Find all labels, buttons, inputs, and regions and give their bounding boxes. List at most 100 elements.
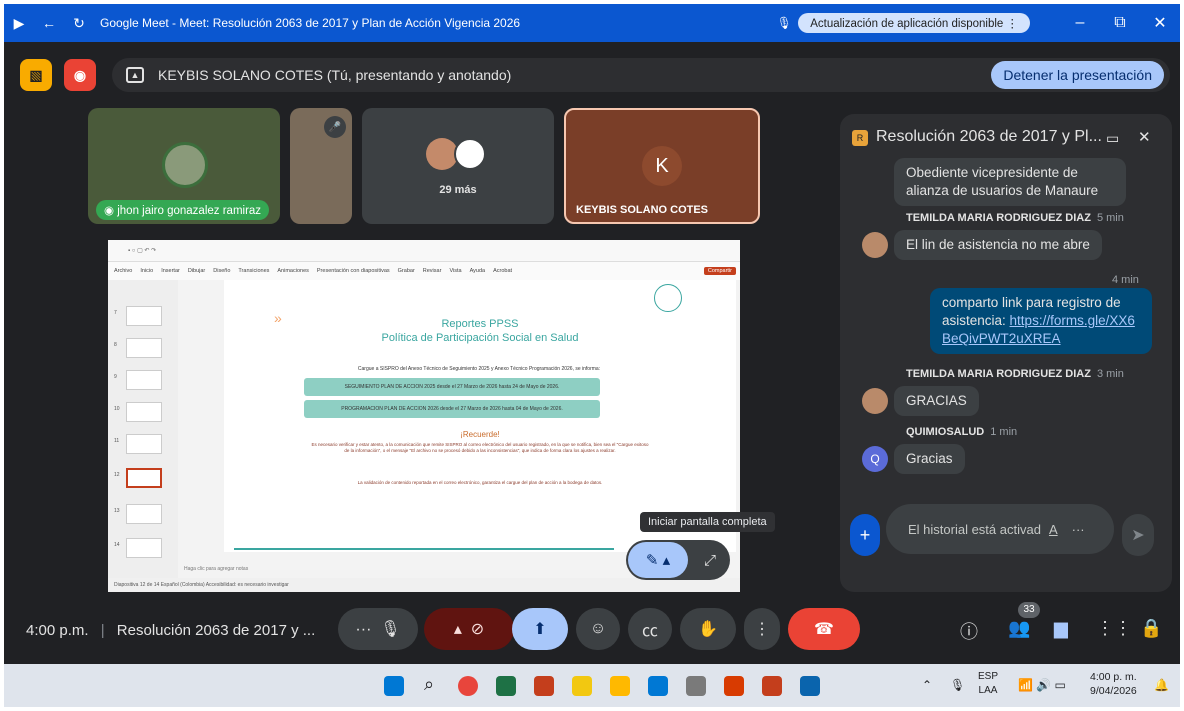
slide-subtitle: Política de Participación Social en Salu…	[381, 332, 579, 344]
host-controls-icon[interactable]: 🔒	[1140, 618, 1162, 639]
avatar	[454, 138, 486, 170]
annotate-pen-button[interactable]: ✎ ▴	[628, 542, 688, 578]
participant-tile-video[interactable]: 🎤	[290, 108, 352, 224]
camera-off-button[interactable]: ▴ ⊘	[424, 608, 514, 650]
slide-body: Es necesario verificar y estar atento, a…	[311, 442, 649, 453]
avatar	[862, 388, 888, 414]
outlook-icon[interactable]	[800, 676, 820, 696]
record-button[interactable]: ◉	[64, 59, 96, 91]
ppt-share-button: Compartir	[703, 267, 736, 275]
presenting-text: KEYBIS SOLANO COTES (Tú, presentando y a…	[158, 67, 512, 83]
chat-input[interactable]: El historial está activad A ···	[886, 504, 1114, 554]
people-icon[interactable]: 👥	[1008, 618, 1030, 639]
mic-tray-icon: 🎙	[950, 678, 966, 692]
presenting-banner: ▲ KEYBIS SOLANO COTES (Tú, presentando y…	[112, 58, 1170, 92]
app-icon: ▶	[13, 14, 25, 31]
chat-message: GRACIAS	[894, 386, 979, 416]
app-icon[interactable]	[572, 676, 592, 696]
fullscreen-tooltip: Iniciar pantalla completa	[640, 512, 775, 532]
meeting-time-and-title: 4:00 p.m. | Resolución 2063 de 2017 y ..…	[26, 622, 316, 639]
more-options-button[interactable]: ⋮	[744, 608, 780, 650]
ppt-statusbar: Diapositiva 12 de 14 Español (Colombia) …	[108, 578, 740, 592]
chat-message: Gracias	[894, 444, 965, 474]
excel-icon[interactable]	[496, 676, 516, 696]
annotation-toggle-button[interactable]: ▧	[20, 59, 52, 91]
floating-controls: ✎ ▴ ⤢	[626, 540, 730, 580]
search-icon[interactable]: ⌕	[424, 674, 434, 695]
powerpoint-icon[interactable]	[762, 676, 782, 696]
mic-button[interactable]: ··· 🎙	[338, 608, 418, 650]
mic-muted-icon: 🎤	[324, 116, 346, 138]
close-button[interactable]: ✕	[1140, 13, 1180, 33]
participant-name: KEYBIS SOLANO COTES	[576, 204, 709, 216]
chat-message: Obediente vicepresidente de alianza de u…	[894, 158, 1126, 206]
chrome-icon[interactable]	[458, 676, 478, 696]
info-icon[interactable]: ⓘ	[960, 618, 978, 644]
more-participants-label: 29 más	[439, 184, 477, 196]
chat-sender: QUIMIOSALUD 1 min	[906, 426, 1018, 438]
windows-start-icon[interactable]	[384, 676, 404, 696]
chat-time: 4 min	[1112, 274, 1139, 286]
update-available-button[interactable]: Actualización de aplicación disponible ⋮	[798, 13, 1030, 33]
format-text-icon[interactable]: A	[1049, 522, 1058, 537]
participant-name-chip: ◉ jhon jairo gonazalez ramiraz	[96, 200, 270, 220]
network-volume-battery-icons[interactable]: 📶 🔊 ▭	[1018, 678, 1066, 692]
minimize-button[interactable]: –	[1060, 14, 1100, 32]
stop-presenting-button[interactable]: Detener la presentación	[991, 61, 1164, 89]
chat-panel: R Resolución 2063 de 2017 y Pl... ▭ ✕ Ob…	[840, 114, 1172, 592]
slide-intro: Cargue a SISPRO del Anexo Técnico de Seg…	[357, 366, 601, 372]
chat-message: El lin de asistencia no me abre	[894, 230, 1102, 260]
slide-title: Reportes PPSS	[441, 318, 519, 330]
captions-button[interactable]: ㏄	[628, 608, 672, 650]
windows-taskbar: ⌕ ⌃ 🎙 ESP LAA 📶 🔊 ▭ 4:00 p. m. 9/04/2026 🔔	[4, 664, 1180, 707]
slide-footer-line	[234, 548, 614, 550]
app-icon[interactable]	[724, 676, 744, 696]
app-icon[interactable]	[534, 676, 554, 696]
send-button[interactable]: ➤	[1122, 514, 1154, 556]
participant-tile-keybis[interactable]: K KEYBIS SOLANO COTES	[564, 108, 760, 224]
slide-box-seguimiento: SEGUIMIENTO PLAN DE ACCION 2025 desde el…	[304, 378, 600, 396]
app-icon[interactable]	[648, 676, 668, 696]
raise-hand-button[interactable]: ✋	[680, 608, 736, 650]
avatar: Q	[862, 446, 888, 472]
popout-icon[interactable]: ▭	[1106, 130, 1119, 147]
clock[interactable]: 4:00 p. m. 9/04/2026	[1090, 670, 1137, 698]
screen: ▶ ← ↻ Google Meet - Meet: Resolución 206…	[4, 4, 1180, 707]
calculator-icon[interactable]	[686, 676, 706, 696]
mic-indicator-icon: 🎙	[776, 16, 792, 30]
chat-icon[interactable]: ▆	[1054, 618, 1068, 639]
notes-hint: Haga clic para agregar notas	[184, 566, 249, 572]
emoji-button[interactable]: ☺	[576, 608, 620, 650]
slide-recuerde: ¡Recuerde!	[460, 430, 500, 439]
present-screen-button[interactable]: ⬆	[512, 608, 568, 650]
activities-icon[interactable]: ⋮⋮	[1096, 618, 1132, 639]
close-chat-icon[interactable]: ✕	[1138, 128, 1151, 146]
reload-icon[interactable]: ↻	[64, 15, 94, 32]
participant-tile-more[interactable]: 29 más	[362, 108, 554, 224]
chat-title: Resolución 2063 de 2017 y Pl...	[876, 128, 1102, 145]
tray-expand-icon[interactable]: ⌃	[922, 678, 932, 692]
present-screen-icon: ▲	[126, 67, 144, 83]
chat-app-icon: R	[852, 130, 868, 146]
more-options-icon[interactable]: ···	[1072, 522, 1085, 537]
ppt-menu: Archivo Inicio Insertar Dibujar Diseño Transi…	[108, 262, 740, 280]
slide-box-programacion: PROGRAMACION PLAN DE ACCION 2026 desde e…	[304, 400, 600, 418]
fullscreen-button[interactable]: ⤢	[692, 542, 728, 578]
notification-bell-icon[interactable]: 🔔	[1154, 678, 1169, 692]
avatar	[862, 232, 888, 258]
window-title: Google Meet - Meet: Resolución 2063 de 2…	[100, 16, 521, 30]
back-icon[interactable]: ←	[34, 15, 64, 31]
slide-thumbnails: 7 8 9 10 11 12 13 14	[108, 280, 178, 578]
logo	[654, 284, 682, 312]
language-indicator[interactable]: ESP LAA	[978, 670, 998, 698]
meeting-controls-bar: 4:00 p.m. | Resolución 2063 de 2017 y ..…	[4, 602, 1180, 660]
chat-message-self: comparto link para registro de asistenci…	[930, 288, 1152, 354]
file-explorer-icon[interactable]	[610, 676, 630, 696]
restore-button[interactable]: ⧉	[1100, 14, 1140, 32]
end-call-button[interactable]: ☎	[788, 608, 860, 650]
chat-sender: TEMILDA MARIA RODRIGUEZ DIAZ 5 min	[906, 212, 1124, 224]
avatar: K	[642, 146, 682, 186]
presenting-bar: ▧ ◉ ▲ KEYBIS SOLANO COTES (Tú, presentan…	[20, 54, 1170, 96]
add-attachment-button[interactable]: +	[850, 514, 880, 556]
participant-tile-jhon[interactable]: ◉ jhon jairo gonazalez ramiraz	[88, 108, 280, 224]
